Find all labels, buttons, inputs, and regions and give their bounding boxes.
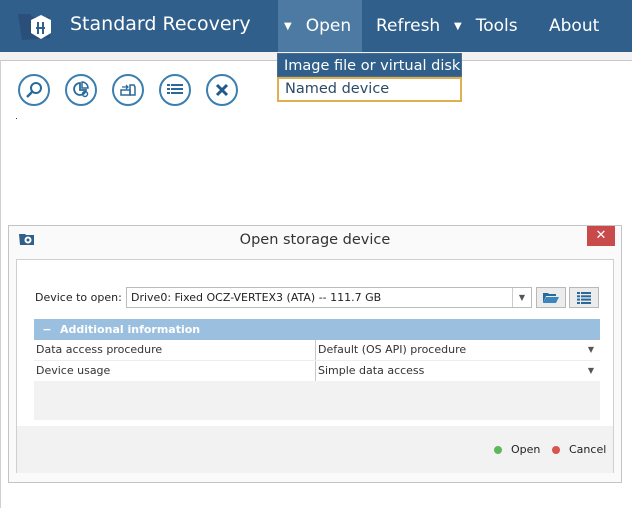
nav-open[interactable]: ▼ Open (278, 0, 362, 52)
open-dropdown-menu: Image file or virtual disk Named device (277, 53, 462, 102)
dialog-content: Device to open: Drive0: Fixed OCZ-VERTEX… (16, 259, 614, 473)
search-scan-icon (26, 82, 42, 98)
additional-info-header[interactable]: − Additional information (34, 319, 600, 340)
property-value: Simple data access (318, 364, 425, 377)
nav-tools-label: Tools (475, 16, 518, 36)
dialog-close-button[interactable]: ✕ (587, 226, 615, 246)
property-name: Device usage (34, 361, 316, 381)
nav-about[interactable]: About (549, 0, 599, 52)
dropdown-arrow-icon: ▼ (587, 345, 594, 354)
device-list-button[interactable] (569, 287, 599, 308)
list-icon (167, 84, 183, 94)
partition-search-button[interactable] (65, 74, 97, 106)
open-storage-device-dialog: Open storage device ✕ Device to open: Dr… (8, 225, 622, 483)
list-button[interactable] (159, 74, 191, 106)
property-value: Default (OS API) procedure (318, 343, 467, 356)
nav-refresh-label: Refresh (376, 16, 441, 36)
additional-info-title: Additional information (60, 323, 201, 336)
window-edge (0, 60, 1, 508)
menu-item-named-device[interactable]: Named device (277, 77, 462, 102)
app-title: Standard Recovery (70, 13, 251, 35)
cancel-button[interactable]: Cancel (552, 443, 606, 456)
app-logo-icon (18, 14, 51, 40)
nav-open-label: Open (305, 16, 352, 36)
toolbar (18, 74, 238, 106)
partition-search-icon (73, 81, 89, 98)
open-button-label: Open (511, 443, 541, 456)
transfer-button[interactable] (112, 74, 144, 106)
cursor-dot (16, 118, 17, 119)
nav-tools[interactable]: ▼ Tools (454, 0, 518, 52)
dialog-footer: Open Cancel (17, 426, 613, 473)
collapse-icon: − (42, 323, 52, 336)
open-button[interactable]: Open (494, 443, 540, 456)
device-select[interactable]: Drive0: Fixed OCZ-VERTEX3 (ATA) -- 111.7… (126, 287, 532, 308)
property-table-empty-area (34, 381, 600, 420)
scan-button[interactable] (18, 74, 50, 106)
cancel-button-label: Cancel (569, 443, 607, 456)
red-dot-icon (552, 445, 560, 454)
property-row: Device usage Simple data access ▼ (34, 361, 600, 382)
dropdown-arrow-icon: ▼ (512, 288, 531, 307)
device-to-open-label: Device to open: (35, 291, 122, 304)
property-row: Data access procedure Default (OS API) p… (34, 340, 600, 361)
property-table: Data access procedure Default (OS API) p… (34, 340, 600, 382)
nav-about-label: About (549, 16, 600, 36)
property-value-select[interactable]: Simple data access ▼ (316, 361, 600, 381)
property-name: Data access procedure (34, 340, 316, 360)
transfer-icon (120, 84, 136, 96)
close-button[interactable] (206, 74, 238, 106)
caret-down-icon: ▼ (454, 20, 462, 32)
menu-item-image-file[interactable]: Image file or virtual disk (277, 53, 462, 77)
dropdown-arrow-icon: ▼ (587, 366, 594, 375)
folder-open-icon (543, 293, 559, 303)
green-dot-icon (494, 445, 502, 454)
device-select-value: Drive0: Fixed OCZ-VERTEX3 (ATA) -- 111.7… (131, 291, 382, 304)
close-icon (215, 83, 229, 97)
browse-folder-button[interactable] (536, 287, 566, 308)
nav-refresh[interactable]: Refresh (376, 0, 440, 52)
dialog-title: Open storage device (239, 232, 391, 248)
property-value-select[interactable]: Default (OS API) procedure ▼ (316, 340, 600, 360)
caret-down-icon: ▼ (284, 20, 292, 32)
list-icon (577, 291, 591, 304)
